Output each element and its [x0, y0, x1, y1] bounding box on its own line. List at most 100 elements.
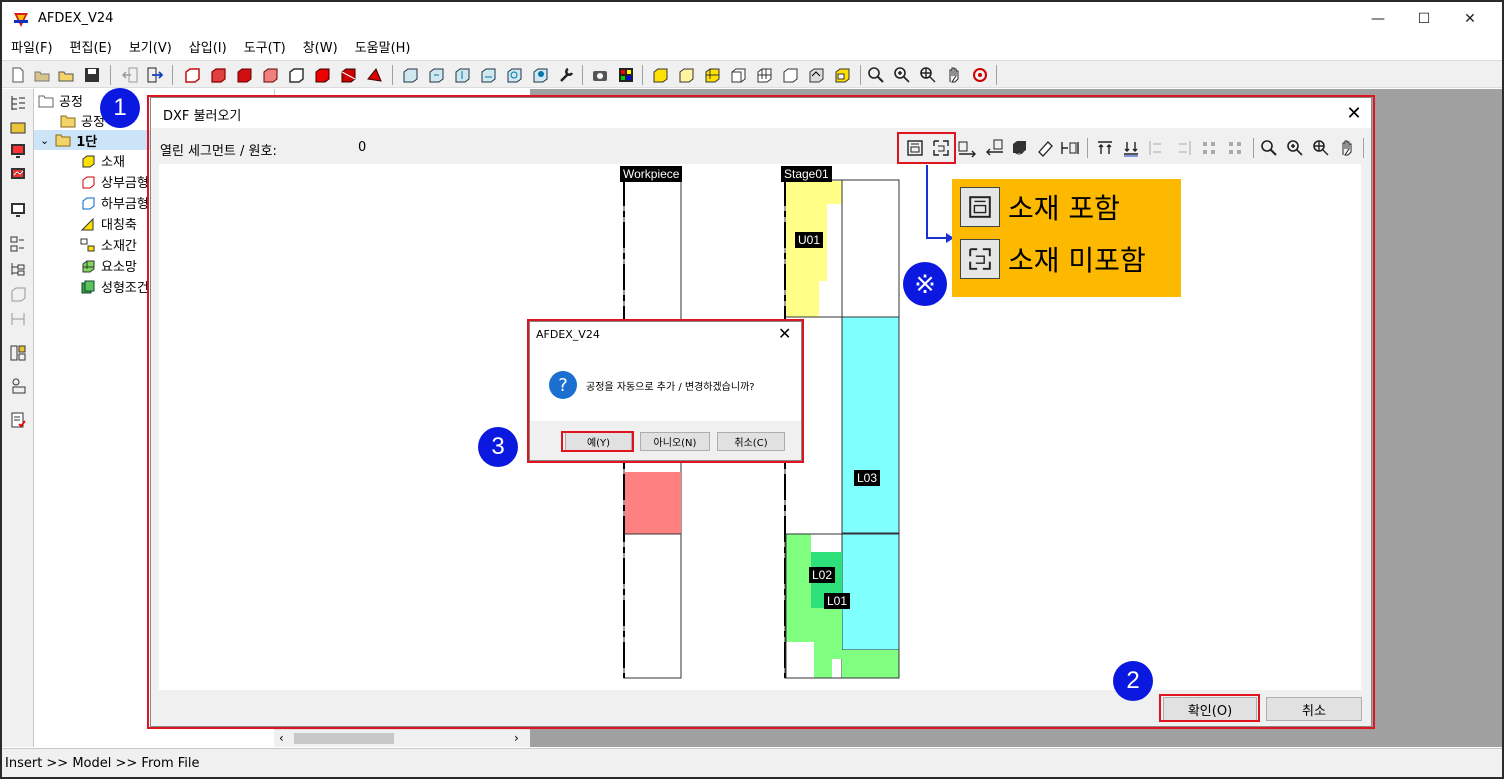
tree-item-upper-die[interactable]: 상부금형	[80, 172, 149, 191]
close-button[interactable]: ✕	[1447, 4, 1493, 34]
legend-box: 소재 포함 소재 미포함	[952, 179, 1181, 297]
cube-half-icon[interactable]	[208, 65, 228, 85]
mesh-yellow-icon[interactable]	[702, 65, 722, 85]
menu-window[interactable]: 창(W)	[303, 37, 338, 56]
rotate-iso-icon[interactable]	[530, 65, 550, 85]
menu-tools[interactable]: 도구(T)	[244, 37, 286, 56]
maximize-button[interactable]: ☐	[1401, 4, 1447, 34]
new-file-icon[interactable]	[8, 65, 28, 85]
import-icon[interactable]	[120, 65, 140, 85]
callout-2: 2	[1113, 661, 1153, 701]
cube-wire-icon[interactable]	[260, 65, 280, 85]
view-bottom-icon[interactable]	[478, 65, 498, 85]
workpiece-icon[interactable]	[8, 117, 28, 137]
zoom-in-icon[interactable]	[892, 65, 912, 85]
minimize-button[interactable]: —	[1355, 4, 1401, 34]
callout-3: 3	[478, 427, 518, 467]
target-icon[interactable]	[970, 65, 990, 85]
export-icon[interactable]	[145, 65, 165, 85]
zoom-box-icon[interactable]	[918, 65, 938, 85]
process-flow-icon[interactable]	[8, 234, 28, 254]
solid-yellow-icon[interactable]	[650, 65, 670, 85]
mesh-box-icon[interactable]	[754, 65, 774, 85]
distance-icon[interactable]	[8, 309, 28, 329]
menu-file[interactable]: 파일(F)	[11, 37, 53, 56]
reference-mark: ※	[903, 262, 947, 306]
tree-item-lower-die[interactable]: 하부금형	[80, 193, 149, 212]
view-back-icon[interactable]	[426, 65, 446, 85]
horizontal-scrollbar[interactable]: ‹ ›	[274, 729, 530, 747]
process-tree-icon[interactable]	[8, 259, 28, 279]
swap-view-icon[interactable]	[806, 65, 826, 85]
cube-icon	[82, 155, 95, 167]
tree-item-contact[interactable]: 소재간	[80, 235, 137, 254]
cube-cut-icon[interactable]	[338, 65, 358, 85]
cube-solid-icon[interactable]	[234, 65, 254, 85]
include-workpiece-legend-icon	[960, 187, 1000, 227]
tree-item-mesh[interactable]: 요소망	[80, 256, 137, 275]
monitor-color-icon[interactable]	[8, 141, 28, 161]
tree-item-conditions[interactable]: 성형조건	[80, 277, 149, 296]
cube-edge-icon[interactable]	[286, 65, 306, 85]
pan-hand-icon[interactable]	[944, 65, 964, 85]
tree-item-workpiece[interactable]: 소재	[80, 151, 125, 170]
scroll-right-icon[interactable]: ›	[514, 731, 519, 745]
save-icon[interactable]	[82, 65, 102, 85]
tree-item-label: 하부금형	[101, 197, 149, 212]
menu-view[interactable]: 보기(V)	[129, 37, 172, 56]
status-bar: Insert >> Model >> From File	[2, 748, 1502, 777]
legend-include-row: 소재 포함	[960, 187, 1120, 227]
mesh-icon	[82, 260, 95, 272]
menu-help[interactable]: 도움말(H)	[355, 37, 411, 56]
scroll-left-icon[interactable]: ‹	[279, 731, 284, 745]
color-map-icon[interactable]	[616, 65, 636, 85]
tree-root-label: 공정	[59, 95, 83, 110]
tree-item-label: 요소망	[101, 260, 137, 275]
wire-box-icon[interactable]	[728, 65, 748, 85]
app-logo-icon	[14, 13, 28, 27]
hidden-line-icon[interactable]	[780, 65, 800, 85]
shade-yellow-icon[interactable]	[676, 65, 696, 85]
cube-red-icon[interactable]	[312, 65, 332, 85]
transparent-box-icon[interactable]	[832, 65, 852, 85]
cube-outline-icon[interactable]	[182, 65, 202, 85]
legend-exclude-row: 소재 미포함	[960, 239, 1146, 279]
ok-button-highlight	[1159, 694, 1260, 722]
menu-bar: 파일(F) 편집(E) 보기(V) 삽입(I) 도구(T) 창(W) 도움말(H…	[2, 34, 1502, 58]
folder-icon	[60, 115, 76, 127]
contact-icon	[80, 238, 95, 251]
tree-item-label: 소재간	[101, 239, 137, 254]
symmetry-icon	[80, 217, 94, 230]
tree-root[interactable]: 공정	[38, 91, 83, 110]
person-icon[interactable]	[8, 376, 28, 396]
scrollbar-thumb[interactable]	[294, 733, 394, 744]
conditions-icon	[81, 280, 95, 293]
chevron-down-icon[interactable]: ⌄	[40, 134, 49, 147]
tree-stage-label: 1단	[76, 134, 98, 150]
zoom-fit-icon[interactable]	[866, 65, 886, 85]
monitor-settings-icon[interactable]	[8, 200, 28, 220]
rotate-icon[interactable]	[504, 65, 524, 85]
cube-section-icon[interactable]	[364, 65, 384, 85]
lower-die-icon	[82, 197, 95, 209]
monitor-chart-icon[interactable]	[8, 165, 28, 185]
tree-view-icon[interactable]	[8, 93, 28, 113]
box-outline-icon[interactable]	[8, 284, 28, 304]
menu-edit[interactable]: 편집(E)	[70, 37, 112, 56]
folder-open-icon	[38, 95, 54, 107]
view-top-icon[interactable]	[452, 65, 472, 85]
wrench-icon[interactable]	[556, 65, 576, 85]
layout-icon[interactable]	[8, 343, 28, 363]
tree-item-symmetry[interactable]: 대칭축	[80, 214, 137, 233]
open-folder-icon[interactable]	[56, 65, 76, 85]
tree-item-label: 성형조건	[101, 281, 149, 296]
view-front-icon[interactable]	[400, 65, 420, 85]
upper-die-icon	[82, 176, 95, 188]
checklist-icon[interactable]	[8, 410, 28, 430]
camera-icon[interactable]	[590, 65, 610, 85]
title-bar: AFDEX_V24 — ☐ ✕	[2, 2, 1502, 34]
menu-insert[interactable]: 삽입(I)	[189, 37, 227, 56]
tree-item-label: 소재	[101, 155, 125, 170]
tree-process-node[interactable]: 공정	[60, 111, 105, 130]
open-file-icon[interactable]	[32, 65, 52, 85]
